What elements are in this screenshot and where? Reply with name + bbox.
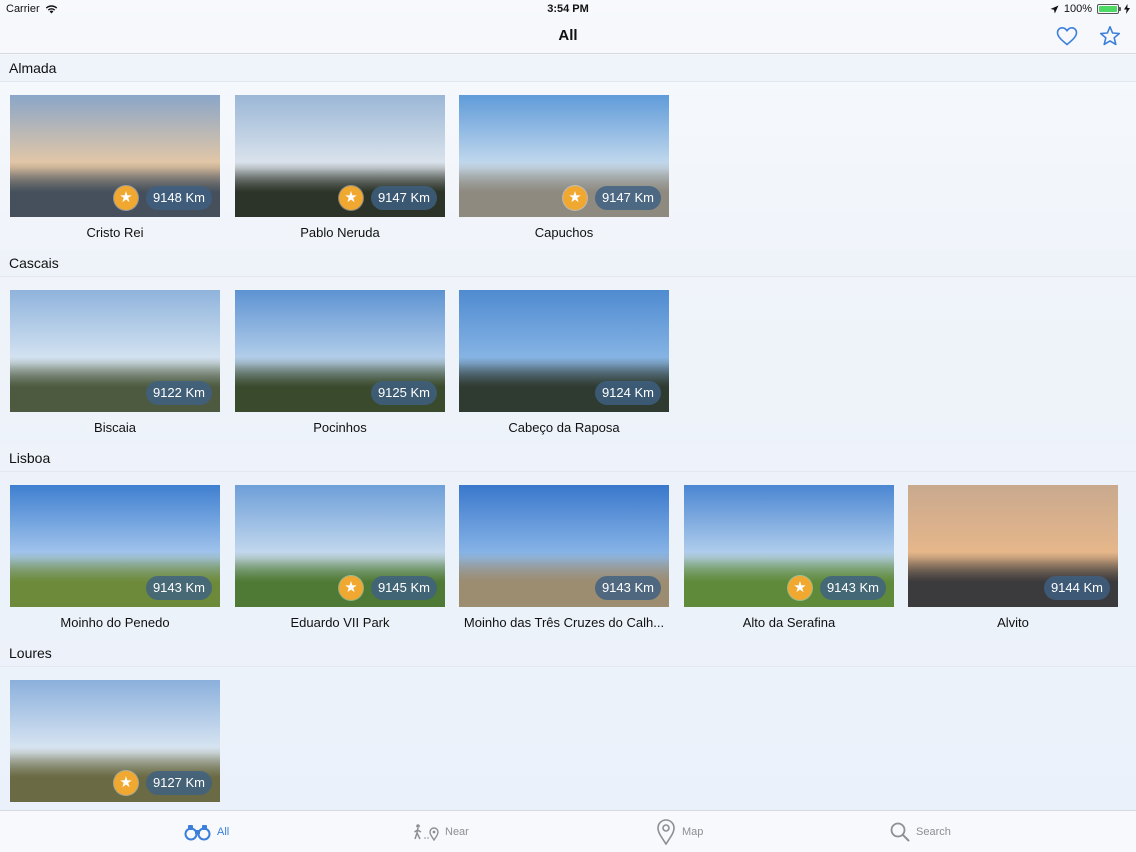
place-name: Moinho das Três Cruzes do Calh... bbox=[463, 615, 665, 630]
distance-badge: 9125 Km bbox=[370, 381, 437, 405]
charging-bolt-icon bbox=[1124, 4, 1130, 14]
favorite-star-icon: ★ bbox=[563, 186, 587, 210]
tab-map-label: Map bbox=[682, 826, 704, 838]
tab-bar: All Near Map Search bbox=[0, 810, 1136, 852]
place-name: Pablo Neruda bbox=[300, 225, 380, 240]
tab-near-label: Near bbox=[445, 826, 469, 838]
distance-badge: 9144 Km bbox=[1043, 576, 1110, 600]
distance-badge: 9124 Km bbox=[594, 381, 661, 405]
distance-badge: 9147 Km bbox=[594, 186, 661, 210]
place-photo[interactable]: 9143 Km bbox=[10, 485, 220, 607]
place-photo[interactable]: 9144 Km bbox=[908, 485, 1118, 607]
place-name: Moinho do Penedo bbox=[60, 615, 170, 630]
place-card[interactable]: 9122 Km Biscaia bbox=[10, 290, 220, 435]
place-photo[interactable]: 9148 Km ★ bbox=[10, 95, 220, 217]
section-header: Cascais bbox=[0, 250, 1136, 277]
place-photo[interactable]: 9147 Km ★ bbox=[459, 95, 669, 217]
distance-badge: 9145 Km bbox=[370, 576, 437, 600]
status-bar: Carrier 3:54 PM 100% bbox=[0, 0, 1136, 18]
navigation-bar: All bbox=[0, 18, 1136, 54]
tab-all-label: All bbox=[217, 826, 230, 838]
place-name: Cristo Rei bbox=[86, 225, 144, 240]
distance-badge: 9122 Km bbox=[145, 381, 212, 405]
favorite-star-icon: ★ bbox=[788, 576, 812, 600]
tab-search-label: Search bbox=[916, 826, 951, 838]
place-card[interactable]: 9145 Km ★ Eduardo VII Park bbox=[235, 485, 445, 630]
place-card[interactable]: 9144 Km Alvito bbox=[908, 485, 1118, 630]
section-header: Almada bbox=[0, 55, 1136, 82]
starred-button[interactable] bbox=[1098, 24, 1122, 48]
distance-badge: 9147 Km bbox=[370, 186, 437, 210]
place-photo[interactable]: 9124 Km bbox=[459, 290, 669, 412]
tab-all[interactable]: All bbox=[184, 811, 229, 852]
place-card[interactable]: 9147 Km ★ Capuchos bbox=[459, 95, 669, 240]
tab-map[interactable]: Map bbox=[656, 811, 703, 852]
place-photo[interactable]: 9127 Km ★ bbox=[10, 680, 220, 802]
place-name: Pocinhos bbox=[313, 420, 367, 435]
distance-badge: 9148 Km bbox=[145, 186, 212, 210]
favorite-star-icon: ★ bbox=[114, 771, 138, 795]
place-photo[interactable]: 9147 Km ★ bbox=[235, 95, 445, 217]
place-name: Eduardo VII Park bbox=[290, 615, 390, 630]
place-card[interactable]: 9143 Km Moinho das Três Cruzes do Calh... bbox=[459, 485, 669, 630]
place-name: Alvito bbox=[997, 615, 1029, 630]
section-row[interactable]: 9148 Km ★ Cristo Rei 9147 Km ★ Pablo Neruda 91… bbox=[0, 82, 1136, 250]
search-icon bbox=[890, 822, 910, 842]
place-card[interactable]: 9127 Km ★ bbox=[10, 680, 220, 810]
location-arrow-icon bbox=[1050, 5, 1059, 13]
place-card[interactable]: 9147 Km ★ Pablo Neruda bbox=[235, 95, 445, 240]
tab-search[interactable]: Search bbox=[890, 811, 951, 852]
favorite-star-icon: ★ bbox=[114, 186, 138, 210]
battery-percent: 100% bbox=[1063, 3, 1092, 15]
status-right: 100% bbox=[1050, 3, 1130, 15]
favorites-button[interactable] bbox=[1055, 24, 1079, 48]
place-card[interactable]: 9125 Km Pocinhos bbox=[235, 290, 445, 435]
section-row[interactable]: 9127 Km ★ bbox=[0, 667, 1136, 810]
star-icon bbox=[1099, 26, 1121, 46]
heart-icon bbox=[1056, 26, 1078, 46]
place-name: Capuchos bbox=[534, 225, 594, 240]
battery-icon bbox=[1097, 4, 1121, 14]
place-photo[interactable]: 9143 Km bbox=[459, 485, 669, 607]
binoculars-icon bbox=[184, 825, 211, 841]
page-title: All bbox=[558, 27, 578, 44]
place-photo[interactable]: 9143 Km ★ bbox=[684, 485, 894, 607]
place-name: Biscaia bbox=[94, 420, 136, 435]
place-photo[interactable]: 9145 Km ★ bbox=[235, 485, 445, 607]
place-photo[interactable]: 9125 Km bbox=[235, 290, 445, 412]
place-card[interactable]: 9143 Km Moinho do Penedo bbox=[10, 485, 220, 630]
section-row[interactable]: 9143 Km Moinho do Penedo 9145 Km ★ Eduardo V… bbox=[0, 472, 1136, 640]
place-card[interactable]: 9124 Km Cabeço da Raposa bbox=[459, 290, 669, 435]
distance-badge: 9143 Km bbox=[819, 576, 886, 600]
distance-badge: 9143 Km bbox=[594, 576, 661, 600]
status-time: 3:54 PM bbox=[547, 3, 589, 15]
place-name: Cabeço da Raposa bbox=[508, 420, 620, 435]
tab-near[interactable]: Near bbox=[413, 811, 469, 852]
place-card[interactable]: 9143 Km ★ Alto da Serafina bbox=[684, 485, 894, 630]
section-header: Loures bbox=[0, 640, 1136, 667]
places-list[interactable]: Almada 9148 Km ★ Cristo Rei 9147 Km ★ Pablo Ne… bbox=[0, 55, 1136, 810]
place-photo[interactable]: 9122 Km bbox=[10, 290, 220, 412]
favorite-star-icon: ★ bbox=[339, 576, 363, 600]
favorite-star-icon: ★ bbox=[339, 186, 363, 210]
distance-badge: 9143 Km bbox=[145, 576, 212, 600]
map-pin-icon bbox=[657, 819, 675, 845]
section-row[interactable]: 9122 Km Biscaia 9125 Km Pocinhos 9124 Km Cabe… bbox=[0, 277, 1136, 445]
place-card[interactable]: 9148 Km ★ Cristo Rei bbox=[10, 95, 220, 240]
section-header: Lisboa bbox=[0, 445, 1136, 472]
distance-badge: 9127 Km bbox=[145, 771, 212, 795]
place-name: Alto da Serafina bbox=[742, 615, 836, 630]
walker-pin-icon bbox=[414, 824, 439, 841]
